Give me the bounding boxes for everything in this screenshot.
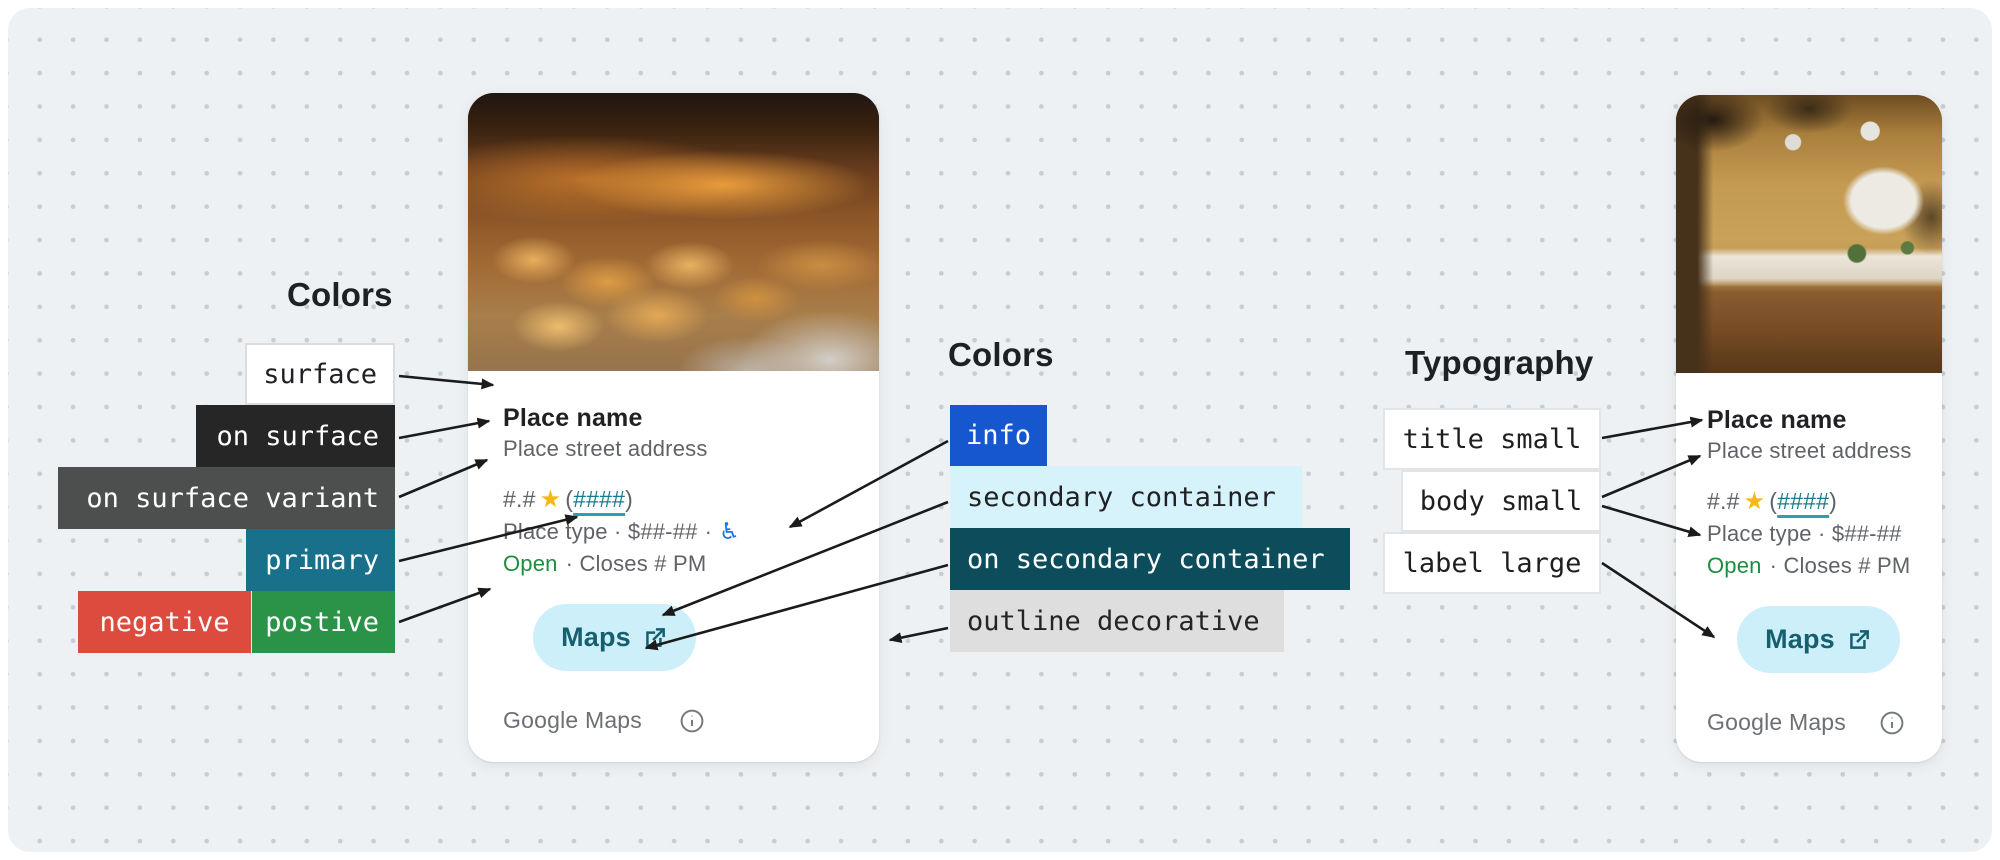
design-spec-canvas: Colors surface on surface on surface var… (0, 0, 2000, 860)
star-icon: ★ (1744, 488, 1766, 515)
info-icon[interactable] (679, 708, 705, 734)
place-street-address: Place street address (503, 436, 708, 462)
maps-button-label: Maps (1765, 624, 1835, 655)
rating-value: #.# (1707, 488, 1740, 514)
paren-close: ) (625, 486, 633, 512)
paren-open: ( (565, 486, 573, 512)
swatch-postive: postive (252, 591, 395, 653)
star-icon: ★ (540, 486, 562, 513)
hours-row: Open · Closes # PM (1707, 553, 1910, 579)
left-colors-heading: Colors (287, 276, 393, 314)
type-price-text: Place type · $##-## (503, 519, 698, 544)
maps-button[interactable]: Maps (533, 604, 696, 671)
type-price-row: Place type · $##-## ·♿ (503, 519, 740, 545)
hours-row: Open · Closes # PM (503, 551, 706, 577)
type-box-label-large: label large (1383, 532, 1601, 594)
rating-row: #.#★(####) (1707, 487, 1837, 516)
paren-open: ( (1769, 488, 1777, 514)
swatch-primary: primary (246, 529, 395, 591)
review-count-link[interactable]: #### (573, 486, 625, 512)
swatch-secondary-container: secondary container (950, 466, 1302, 528)
closes-text: · Closes # PM (566, 551, 707, 576)
rating-value: #.# (503, 486, 536, 512)
open-status: Open (1707, 553, 1762, 578)
place-name: Place name (1707, 406, 1847, 435)
swatch-on-surface-variant: on surface variant (58, 467, 395, 529)
wheelchair-icon: ♿ (719, 519, 740, 545)
open-status: Open (503, 551, 558, 576)
paren-close: ) (1829, 488, 1837, 514)
closes-text: · Closes # PM (1770, 553, 1911, 578)
swatch-surface: surface (245, 343, 395, 405)
attribution-label: Google Maps (1707, 709, 1846, 736)
dot-separator: · (705, 519, 713, 544)
swatch-on-secondary-container: on secondary container (950, 528, 1350, 590)
middle-colors-heading: Colors (948, 336, 1054, 374)
maps-button-label: Maps (561, 622, 631, 653)
review-count-link[interactable]: #### (1777, 488, 1829, 514)
swatch-negative: negative (78, 591, 251, 653)
place-card-right: Place name Place street address #.#★(###… (1676, 95, 1942, 762)
info-icon[interactable] (1879, 710, 1905, 736)
typography-heading: Typography (1405, 344, 1593, 382)
maps-button[interactable]: Maps (1737, 606, 1900, 673)
type-box-body-small: body small (1401, 470, 1601, 532)
swatch-info: info (950, 405, 1047, 466)
swatch-on-surface: on surface (196, 405, 395, 467)
external-link-icon (1846, 627, 1872, 653)
place-street-address: Place street address (1707, 438, 1912, 464)
type-price-row: Place type · $##-## (1707, 521, 1902, 547)
rating-row: #.#★(####) (503, 485, 633, 514)
external-link-icon (642, 625, 668, 651)
attribution-label: Google Maps (503, 707, 642, 734)
place-name: Place name (503, 404, 643, 433)
swatch-outline-decorative: outline decorative (950, 590, 1284, 652)
type-price-text: Place type · $##-## (1707, 521, 1902, 546)
type-box-title-small: title small (1383, 408, 1601, 470)
place-card-middle: Place name Place street address #.#★(###… (468, 93, 879, 762)
